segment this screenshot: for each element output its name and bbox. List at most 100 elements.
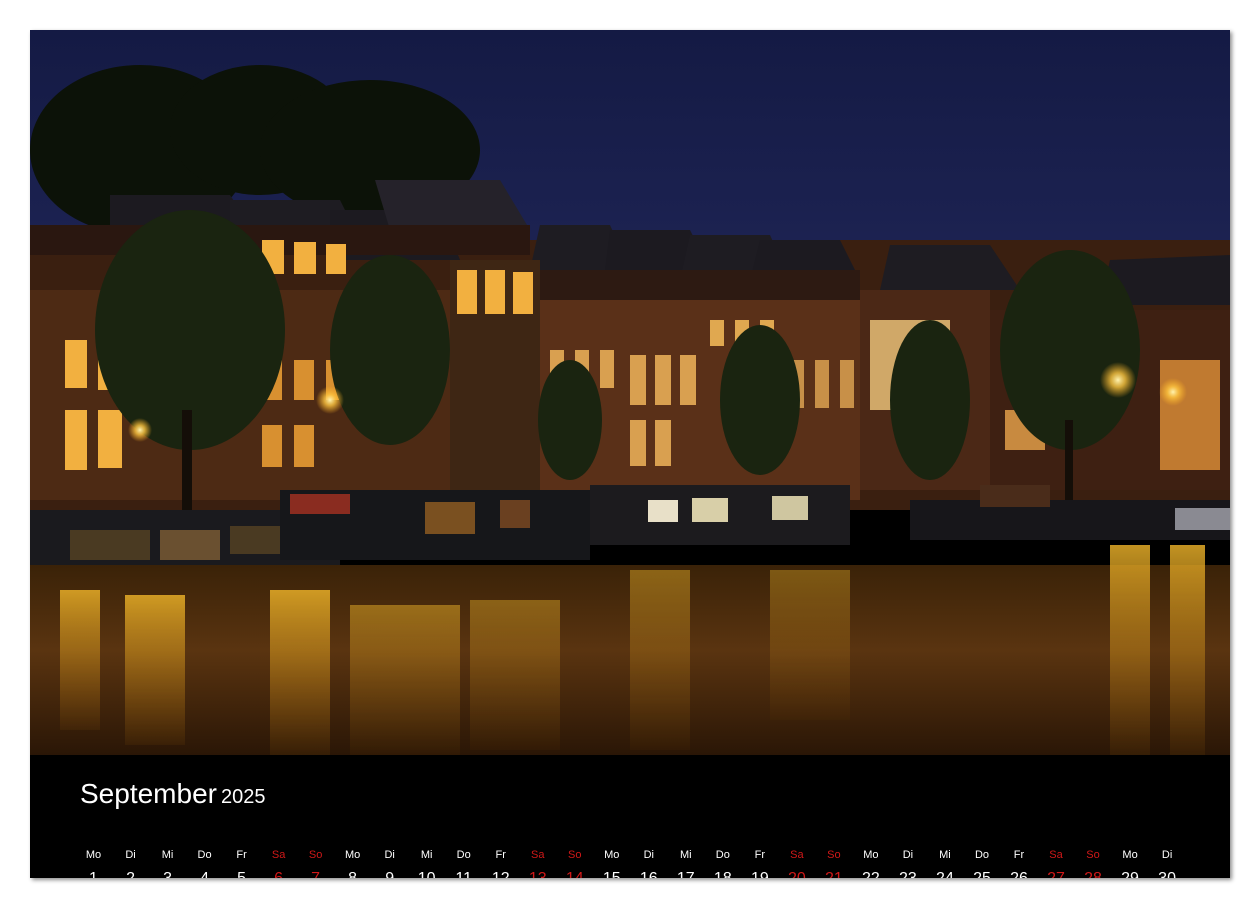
day-number: 22 [852, 869, 889, 878]
day-number: 29 [1112, 869, 1149, 878]
binding-hole [1123, 4, 1130, 12]
binding-hole [300, 4, 307, 12]
day-of-week-label: Di [384, 849, 395, 861]
day-of-week-label: So [827, 849, 841, 861]
calendar-page: September2025 Mo1Di2Mi3Do4Fr5Sa6So7Mo8Di… [30, 30, 1230, 878]
binding-hole [1105, 4, 1112, 12]
binding-hole [62, 4, 69, 12]
binding-hole [98, 4, 106, 12]
day-of-week-label: Do [197, 849, 212, 861]
day-number: 1 [75, 869, 112, 878]
day-number: 12 [482, 869, 519, 878]
binding-hole [922, 4, 929, 12]
binding-hole [117, 4, 124, 12]
day-number: 30 [1149, 869, 1186, 878]
binding-hole [867, 4, 874, 12]
binding-hole [135, 4, 142, 12]
day-of-week-label: So [1086, 849, 1100, 861]
binding-hole [226, 4, 234, 12]
binding-hole [537, 4, 545, 12]
day-number: 15 [593, 869, 630, 878]
day-number: 28 [1075, 869, 1112, 878]
binding-hole [80, 4, 87, 12]
binding-hole [245, 4, 252, 12]
day-of-week-label: So [568, 849, 582, 861]
binding-hole [354, 4, 362, 12]
day-of-week-label: Sa [790, 849, 804, 861]
binding-hole [666, 4, 673, 12]
day-of-week-label: Di [643, 849, 654, 861]
binding-hole [1141, 4, 1149, 12]
day-of-week-label: Di [125, 849, 136, 861]
day-of-week-label: Fr [236, 849, 247, 861]
binding-hole [995, 4, 1002, 12]
day-number: 14 [556, 869, 593, 878]
binding-hole [775, 4, 783, 12]
binding-hole [830, 4, 838, 12]
binding-hole [446, 4, 453, 12]
day-of-week-label: Di [1161, 849, 1173, 861]
binding-hole [464, 4, 472, 12]
binding-hole [519, 4, 526, 12]
day-of-week-label: Mi [680, 849, 692, 861]
day-of-week-label: Mo [85, 849, 102, 861]
day-number: 25 [963, 869, 1000, 878]
day-number: 13 [519, 869, 556, 878]
day-number: 27 [1038, 869, 1075, 878]
binding-hole [812, 4, 819, 12]
day-of-week-label: Fr [1013, 849, 1025, 861]
day-of-week-label: Mo [863, 849, 879, 861]
day-of-week-label: Mo [604, 849, 620, 861]
binding-hole [263, 4, 270, 12]
day-number: 5 [223, 869, 260, 878]
day-of-week-label: Di [902, 849, 914, 861]
binding-hole [1178, 4, 1185, 12]
binding-hole [1032, 4, 1039, 12]
day-of-week-label: Sa [271, 849, 286, 861]
month-name: September [80, 778, 217, 809]
day-number: 4 [186, 869, 223, 878]
binding-hole [1013, 4, 1021, 12]
day-number: 18 [704, 869, 741, 878]
day-number: 2 [112, 869, 149, 878]
canal-night-photo [30, 30, 1230, 755]
day-number: 10 [408, 869, 445, 878]
binding-hole [208, 4, 215, 12]
binding-hole [373, 4, 380, 12]
binding-hole [940, 4, 947, 12]
binding-hole [903, 4, 911, 12]
day-of-week-label: Fr [495, 849, 506, 861]
binding-hole [1196, 4, 1204, 12]
binding-hole [483, 4, 490, 12]
day-number: 7 [297, 869, 334, 878]
day-number: 23 [889, 869, 926, 878]
day-number: 8 [334, 869, 371, 878]
day-of-week-label: Do [974, 849, 989, 861]
day-of-week-label: Fr [754, 849, 766, 861]
day-of-week-label: Sa [531, 849, 545, 861]
year-label: 2025 [220, 786, 266, 808]
day-of-week-label: Mo [1122, 849, 1138, 861]
binding-hole [885, 4, 892, 12]
day-number: 17 [667, 869, 704, 878]
day-of-week-label: Sa [1049, 849, 1063, 861]
day-number: 11 [445, 869, 482, 878]
day-of-week-label: Mi [420, 849, 433, 861]
day-number: 24 [926, 869, 963, 878]
binding-hole [977, 4, 984, 12]
binding-hole [757, 4, 764, 12]
day-of-week-label: So [308, 849, 323, 861]
day-of-week-label: Mo [344, 849, 361, 861]
binding-hole [153, 4, 160, 12]
day-number: 26 [1001, 869, 1038, 878]
binding-hole [391, 4, 398, 12]
binding-hole [794, 4, 801, 12]
month-title: September 2025 [80, 777, 265, 814]
day-of-week-label: Do [715, 849, 730, 861]
binding-hole [171, 4, 179, 12]
binding-hole [281, 4, 289, 12]
binding-hole [1215, 4, 1222, 12]
day-number: 20 [778, 869, 815, 878]
day-of-week-label: Mi [939, 849, 951, 861]
day-number: 21 [815, 869, 852, 878]
